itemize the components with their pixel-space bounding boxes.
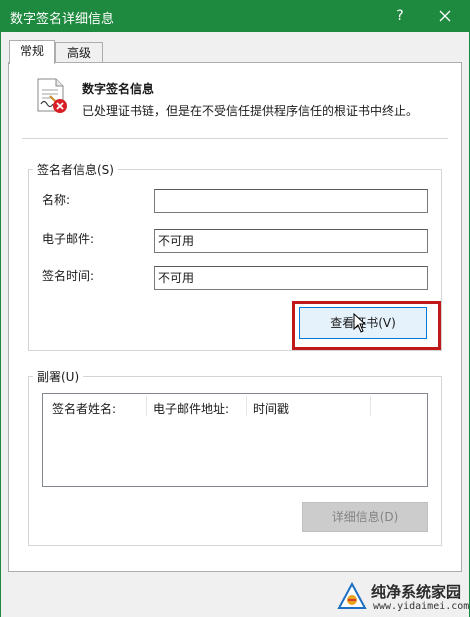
column-header-signer-name[interactable]: 签名者姓名: xyxy=(52,400,116,417)
watermark-text: 纯净系统家园 xyxy=(371,583,462,601)
mouse-cursor-icon xyxy=(353,313,367,333)
name-field[interactable] xyxy=(154,189,428,213)
signing-time-label: 签名时间: xyxy=(42,269,95,283)
certificate-error-icon xyxy=(37,78,67,113)
close-icon xyxy=(439,10,451,22)
email-field[interactable]: 不可用 xyxy=(154,229,428,253)
help-button[interactable]: ? xyxy=(383,0,417,32)
column-separator xyxy=(146,396,147,416)
tab-advanced[interactable]: 高级 xyxy=(55,42,103,64)
column-header-timestamp[interactable]: 时间戳 xyxy=(253,400,289,417)
column-separator xyxy=(246,396,247,416)
name-label: 名称: xyxy=(42,193,71,207)
window-title: 数字签名详细信息 xyxy=(10,12,115,27)
signer-info-group-label: 签名者信息(S) xyxy=(33,161,118,178)
details-button[interactable]: 详细信息(D) xyxy=(302,502,428,532)
column-header-email[interactable]: 电子邮件地址: xyxy=(153,400,229,417)
signing-time-field[interactable]: 不可用 xyxy=(154,266,428,290)
email-label: 电子邮件: xyxy=(42,232,95,246)
divider xyxy=(22,138,448,139)
site-watermark: 纯净系统家园 www.yidaimei.com xyxy=(337,580,469,614)
title-bar: 数字签名详细信息 ? xyxy=(0,0,470,32)
tab-general[interactable]: 常规 xyxy=(9,40,55,64)
watermark-logo-icon xyxy=(337,582,367,609)
watermark-url: www.yidaimei.com xyxy=(373,601,470,612)
close-button[interactable] xyxy=(428,0,462,32)
signature-info-description: 已处理证书链，但是在不受信任提供程序信任的根证书中终止。 xyxy=(82,104,419,118)
countersignature-group-label: 副署(U) xyxy=(33,368,84,385)
countersignature-list[interactable]: 签名者姓名: 电子邮件地址: 时间戳 xyxy=(42,393,428,487)
column-separator xyxy=(370,396,371,416)
signature-info-title: 数字签名信息 xyxy=(82,82,155,96)
